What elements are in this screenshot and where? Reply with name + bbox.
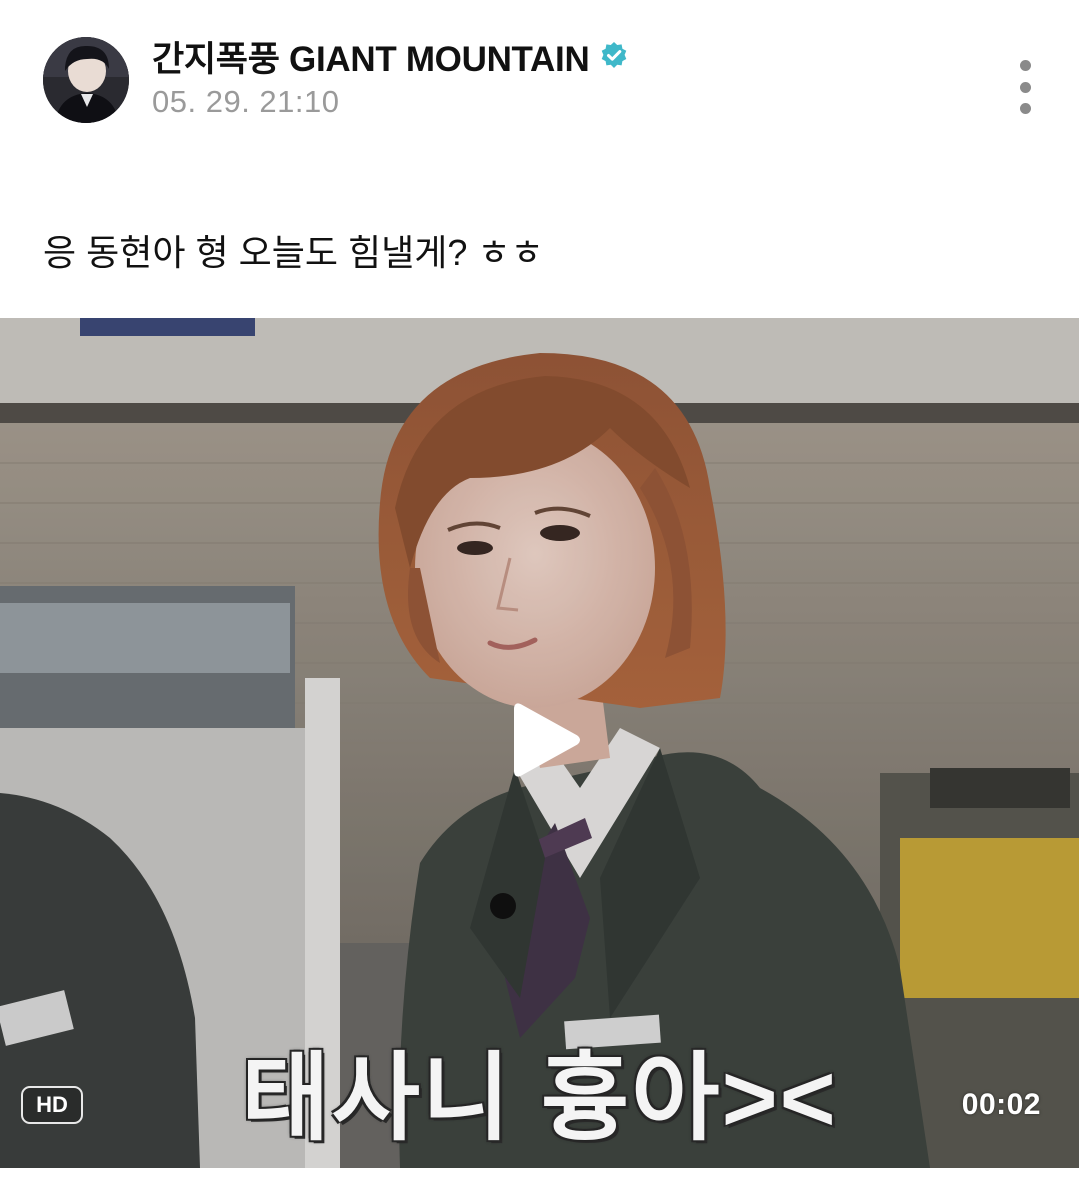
more-vertical-icon[interactable]	[1004, 56, 1046, 118]
more-dot	[1019, 60, 1031, 71]
video-subtitle: 태사니 흉아><	[241, 1045, 838, 1152]
more-dot	[1019, 81, 1031, 93]
author-name[interactable]: 간지폭풍 GIANT MOUNTAIN	[152, 31, 590, 82]
video-duration: 00:02	[961, 1088, 1041, 1121]
post-body-text: 응 동현아 형 오늘도 힘낼게? ㅎㅎ	[43, 232, 544, 273]
more-dot	[1019, 103, 1031, 114]
video-player[interactable]: 태사니 흉아>< HD 00:02	[0, 318, 1079, 1168]
post-timestamp: 05. 29. 21:10	[152, 84, 340, 119]
avatar[interactable]	[43, 37, 129, 123]
post-card: 간지폭풍 GIANT MOUNTAIN 05. 29. 21:10 응 동현아 …	[0, 0, 1079, 1200]
verified-badge-icon	[599, 41, 629, 71]
hd-badge[interactable]: HD	[21, 1086, 83, 1124]
play-icon[interactable]	[506, 700, 586, 780]
author-row: 간지폭풍 GIANT MOUNTAIN	[152, 34, 629, 79]
